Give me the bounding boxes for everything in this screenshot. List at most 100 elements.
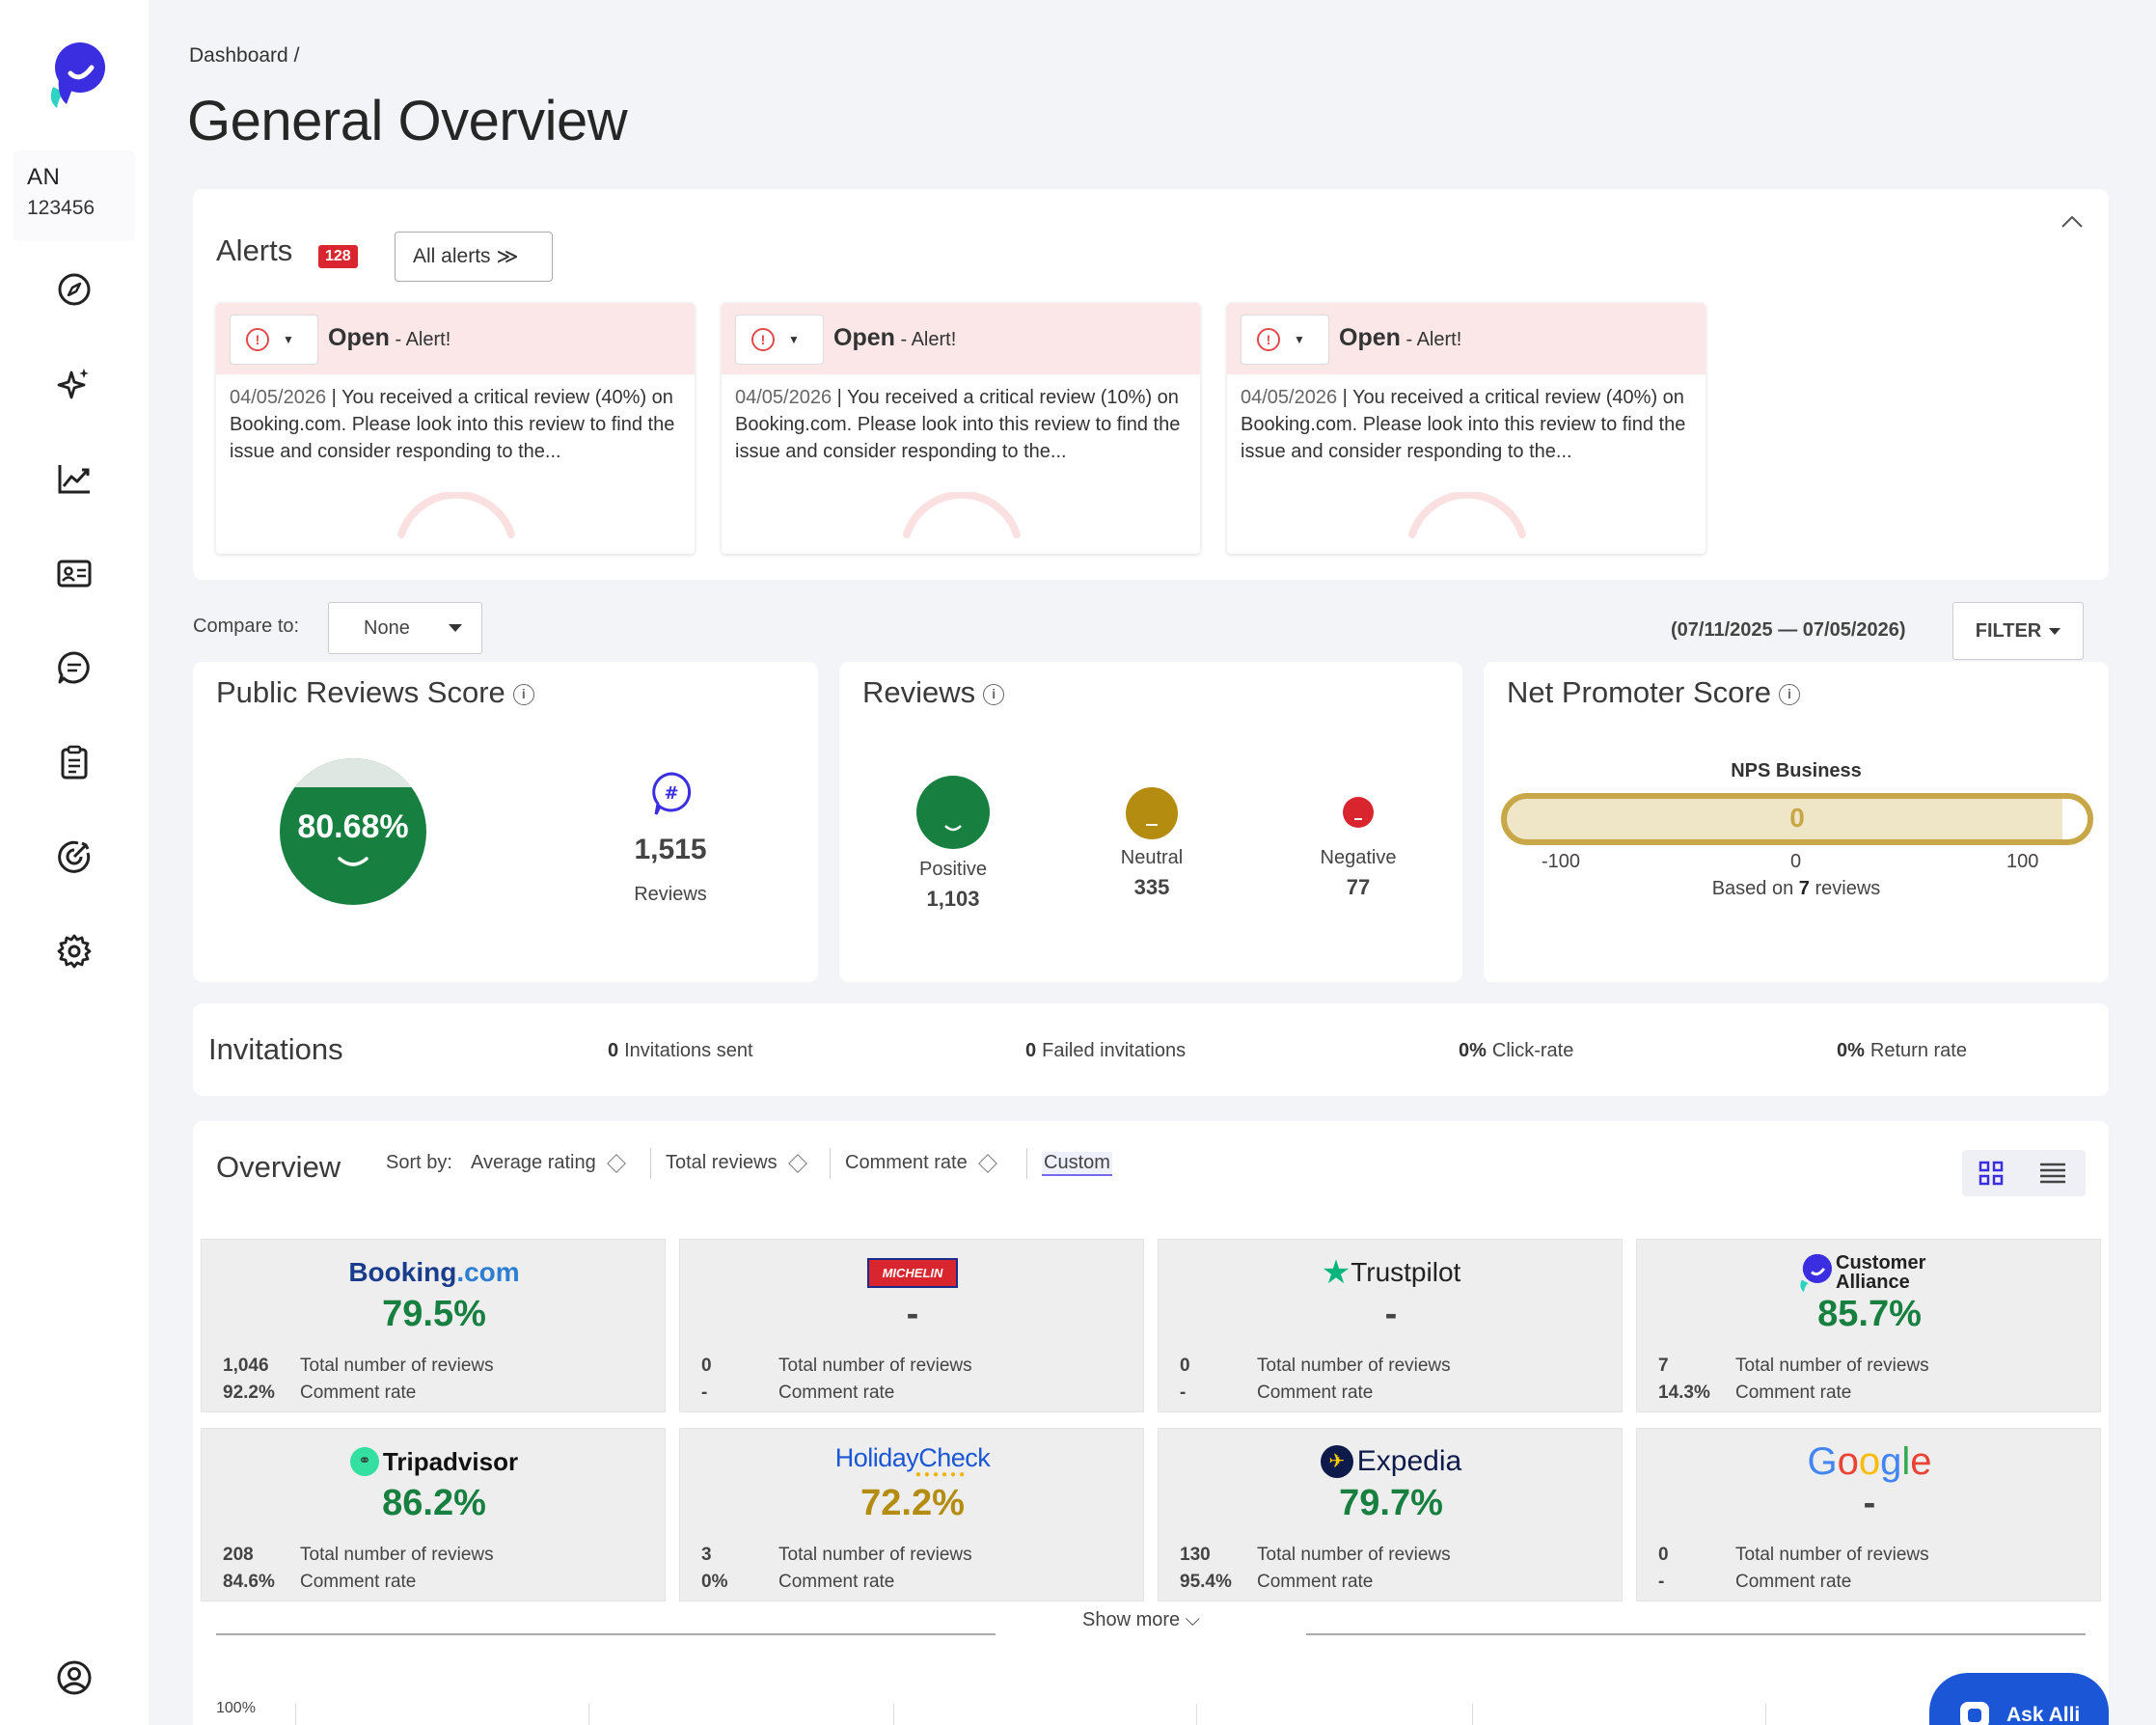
customer-alliance-logo[interactable]: [45, 39, 105, 110]
platform-total: 7 Total number of reviews: [1658, 1355, 1929, 1376]
card-title: Net Promoter Score i: [1507, 675, 1800, 710]
platform-score: 79.5%: [382, 1294, 486, 1334]
exclamation-icon: !: [751, 328, 775, 351]
alert-item[interactable]: ! ▼ Open - Alert! 04/05/2026 | You recei…: [1227, 303, 1706, 554]
neutral-count: 335: [1133, 875, 1170, 899]
platform-card-holidaycheck[interactable]: HolidayCheck ●●●●●● 72.2% 3 Total number o…: [679, 1428, 1144, 1602]
double-chevron-right-icon: ≫: [496, 244, 519, 268]
alert-header: ! ▼ Open - Alert!: [722, 303, 1200, 374]
ask-alli-button[interactable]: Ask Alli: [1929, 1673, 2109, 1725]
all-alerts-button[interactable]: All alerts ≫: [395, 232, 553, 282]
nps-bar: 0: [1501, 793, 2093, 845]
page-title: General Overview: [187, 90, 628, 152]
platform-total: 208 Total number of reviews: [223, 1545, 494, 1565]
filter-label: FILTER: [1975, 619, 2042, 642]
caret-down-icon: [449, 624, 462, 632]
nps-value: 0: [1789, 803, 1805, 833]
public-score-value: 80.68%: [297, 808, 409, 845]
account-code: AN: [27, 164, 61, 190]
sort-custom[interactable]: Custom: [1042, 1152, 1112, 1176]
platform-card-michelin[interactable]: MICHELIN - 0 Total number of reviews - Com…: [679, 1239, 1144, 1412]
card-title: Reviews i: [862, 675, 1005, 710]
nav-gear-icon[interactable]: [52, 929, 96, 973]
negative-reviews: Negative 77: [1281, 778, 1435, 900]
platform-comment-rate: 92.2% Comment rate: [223, 1383, 417, 1403]
sort-icon: [787, 1153, 807, 1173]
negative-label: Negative: [1320, 847, 1397, 868]
positive-reviews: Positive 1,103: [876, 776, 1030, 912]
alert-item[interactable]: ! ▼ Open - Alert! 04/05/2026 | You recei…: [722, 303, 1200, 554]
platform-score: -: [906, 1294, 919, 1334]
platform-card-expedia[interactable]: ✈ Expedia 79.7% 130 Total number of review…: [1158, 1428, 1623, 1602]
alert-gauge-arc: [903, 492, 1021, 538]
platform-comment-rate: - Comment rate: [1180, 1383, 1374, 1403]
platform-score: -: [1384, 1294, 1398, 1334]
alert-message: 04/05/2026 | You received a critical rev…: [735, 387, 1181, 462]
compare-label: Compare to:: [193, 616, 300, 637]
platform-score: -: [1863, 1483, 1876, 1523]
platform-card-trustpilot[interactable]: ★ Trustpilot - 0 Total number of reviews -…: [1158, 1239, 1623, 1412]
alert-status-dropdown[interactable]: ! ▼: [1241, 315, 1329, 365]
tripadvisor-logo: ⚭ Tripadvisor: [202, 1440, 667, 1483]
platform-card-booking[interactable]: Booking .com 79.5% 1,046 Total number of r…: [201, 1239, 666, 1412]
caret-down-icon: ▼: [788, 333, 800, 346]
invitations-return-rate: 0% Return rate: [1837, 1040, 1967, 1061]
booking-logo: Booking .com: [348, 1257, 520, 1287]
account-number: 123456: [27, 197, 96, 219]
alert-status: Open - Alert!: [1339, 324, 1462, 351]
platform-card-tripadvisor[interactable]: ⚭ Tripadvisor 86.2% 208 Total number of re…: [201, 1428, 666, 1602]
smile-icon: [338, 857, 368, 866]
chat-bot-icon: [1960, 1702, 1989, 1725]
sort-average-rating[interactable]: Average rating: [471, 1152, 626, 1174]
alert-item[interactable]: ! ▼ Open - Alert! 04/05/2026 | You recei…: [216, 303, 695, 554]
platform-card-google[interactable]: Google - 0 Total number of reviews - Comme…: [1636, 1428, 2101, 1602]
invitations-title: Invitations: [208, 1032, 343, 1066]
alerts-card: Alerts 128 All alerts ≫ ! ▼ Open - Alert…: [193, 189, 2109, 580]
neutral-reviews: Neutral 335: [1075, 778, 1229, 900]
nav-clipboard-icon[interactable]: [52, 740, 96, 784]
grid-view-icon[interactable]: [1976, 1158, 2006, 1189]
nav-sparkle-icon[interactable]: [52, 362, 96, 406]
alert-status-dropdown[interactable]: ! ▼: [230, 315, 318, 365]
alert-status-dropdown[interactable]: ! ▼: [735, 315, 824, 365]
compare-select[interactable]: None: [328, 602, 482, 654]
alert-header: ! ▼ Open - Alert!: [1227, 303, 1706, 374]
all-alerts-label: All alerts: [413, 245, 491, 267]
list-view-icon[interactable]: [2037, 1158, 2068, 1189]
platform-comment-rate: - Comment rate: [1658, 1572, 1852, 1592]
svg-text:#: #: [664, 783, 678, 804]
platform-total: 130 Total number of reviews: [1180, 1545, 1451, 1565]
show-more-button[interactable]: Show more ⌵: [1082, 1609, 1200, 1631]
info-icon[interactable]: i: [512, 683, 534, 705]
invitations-failed: 0 Failed invitations: [1025, 1040, 1187, 1061]
invitations-click-rate: 0% Click-rate: [1459, 1040, 1574, 1061]
platform-comment-rate: 84.6% Comment rate: [223, 1572, 417, 1592]
nav-chat-icon[interactable]: [52, 645, 96, 690]
filter-button[interactable]: FILTER: [1952, 602, 2084, 660]
nav-chart-line-icon[interactable]: [52, 456, 96, 501]
sort-label: Sort by:: [386, 1152, 452, 1173]
sort-total-reviews[interactable]: Total reviews: [666, 1152, 807, 1174]
nps-max: 100: [2006, 851, 2039, 872]
info-icon[interactable]: i: [1778, 683, 1800, 705]
nav-compass-icon[interactable]: [52, 267, 96, 312]
holidaycheck-logo: HolidayCheck ●●●●●●: [834, 1443, 991, 1480]
info-icon[interactable]: i: [983, 683, 1005, 705]
sort-comment-rate[interactable]: Comment rate: [845, 1152, 997, 1174]
nav-id-card-icon[interactable]: [52, 551, 96, 595]
chevron-up-icon[interactable]: [2059, 208, 2086, 235]
alert-header: ! ▼ Open - Alert!: [216, 303, 695, 374]
breadcrumb[interactable]: Dashboard /: [189, 44, 299, 68]
platform-card-customer-alliance[interactable]: Customer Alliance 85.7% 7 Total number of…: [1636, 1239, 2101, 1412]
platform-total: 1,046 Total number of reviews: [223, 1355, 494, 1376]
platform-score: 86.2%: [382, 1483, 486, 1523]
card-title: Public Reviews Score i: [216, 675, 534, 710]
nav-target-icon[interactable]: [52, 835, 96, 879]
platform-score: 72.2%: [860, 1483, 965, 1523]
platform-comment-rate: 14.3% Comment rate: [1658, 1383, 1852, 1403]
overview-card: Overview Sort by: Average rating Total r…: [193, 1121, 2109, 1725]
alert-message: 04/05/2026 | You received a critical rev…: [1241, 387, 1686, 462]
platform-total: 0 Total number of reviews: [1180, 1355, 1451, 1376]
nav-user-circle-icon[interactable]: [52, 1656, 96, 1700]
account-badge[interactable]: AN 123456: [14, 151, 135, 241]
